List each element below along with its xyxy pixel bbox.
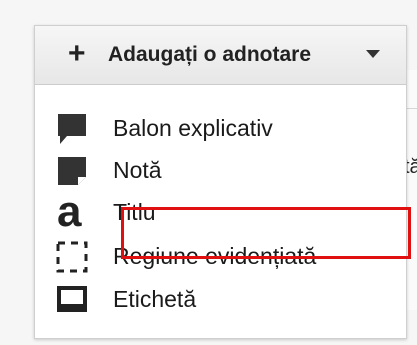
menu-item-label: Balon explicativ	[113, 115, 273, 141]
add-annotation-button[interactable]: + Adaugați o adnotare	[35, 26, 406, 85]
menu-item-label: Etichetă	[113, 286, 197, 312]
plus-icon: +	[68, 37, 86, 70]
speech-bubble-icon	[58, 114, 86, 144]
title-text-icon: a	[57, 192, 82, 230]
add-annotation-label: Adaugați o adnotare	[108, 43, 312, 66]
caret-down-icon	[366, 50, 380, 58]
menu-item-note[interactable]: Notă	[55, 150, 385, 188]
svg-text:a: a	[57, 192, 82, 230]
highlight-region-icon	[56, 241, 88, 273]
red-highlight-annotation	[121, 207, 411, 259]
menu-item-label: Notă	[113, 157, 162, 183]
menu-item-label-tag[interactable]: Etichetă	[55, 279, 385, 317]
menu-item-callout[interactable]: Balon explicativ	[55, 108, 385, 146]
label-icon	[57, 286, 87, 312]
note-icon	[58, 157, 86, 185]
